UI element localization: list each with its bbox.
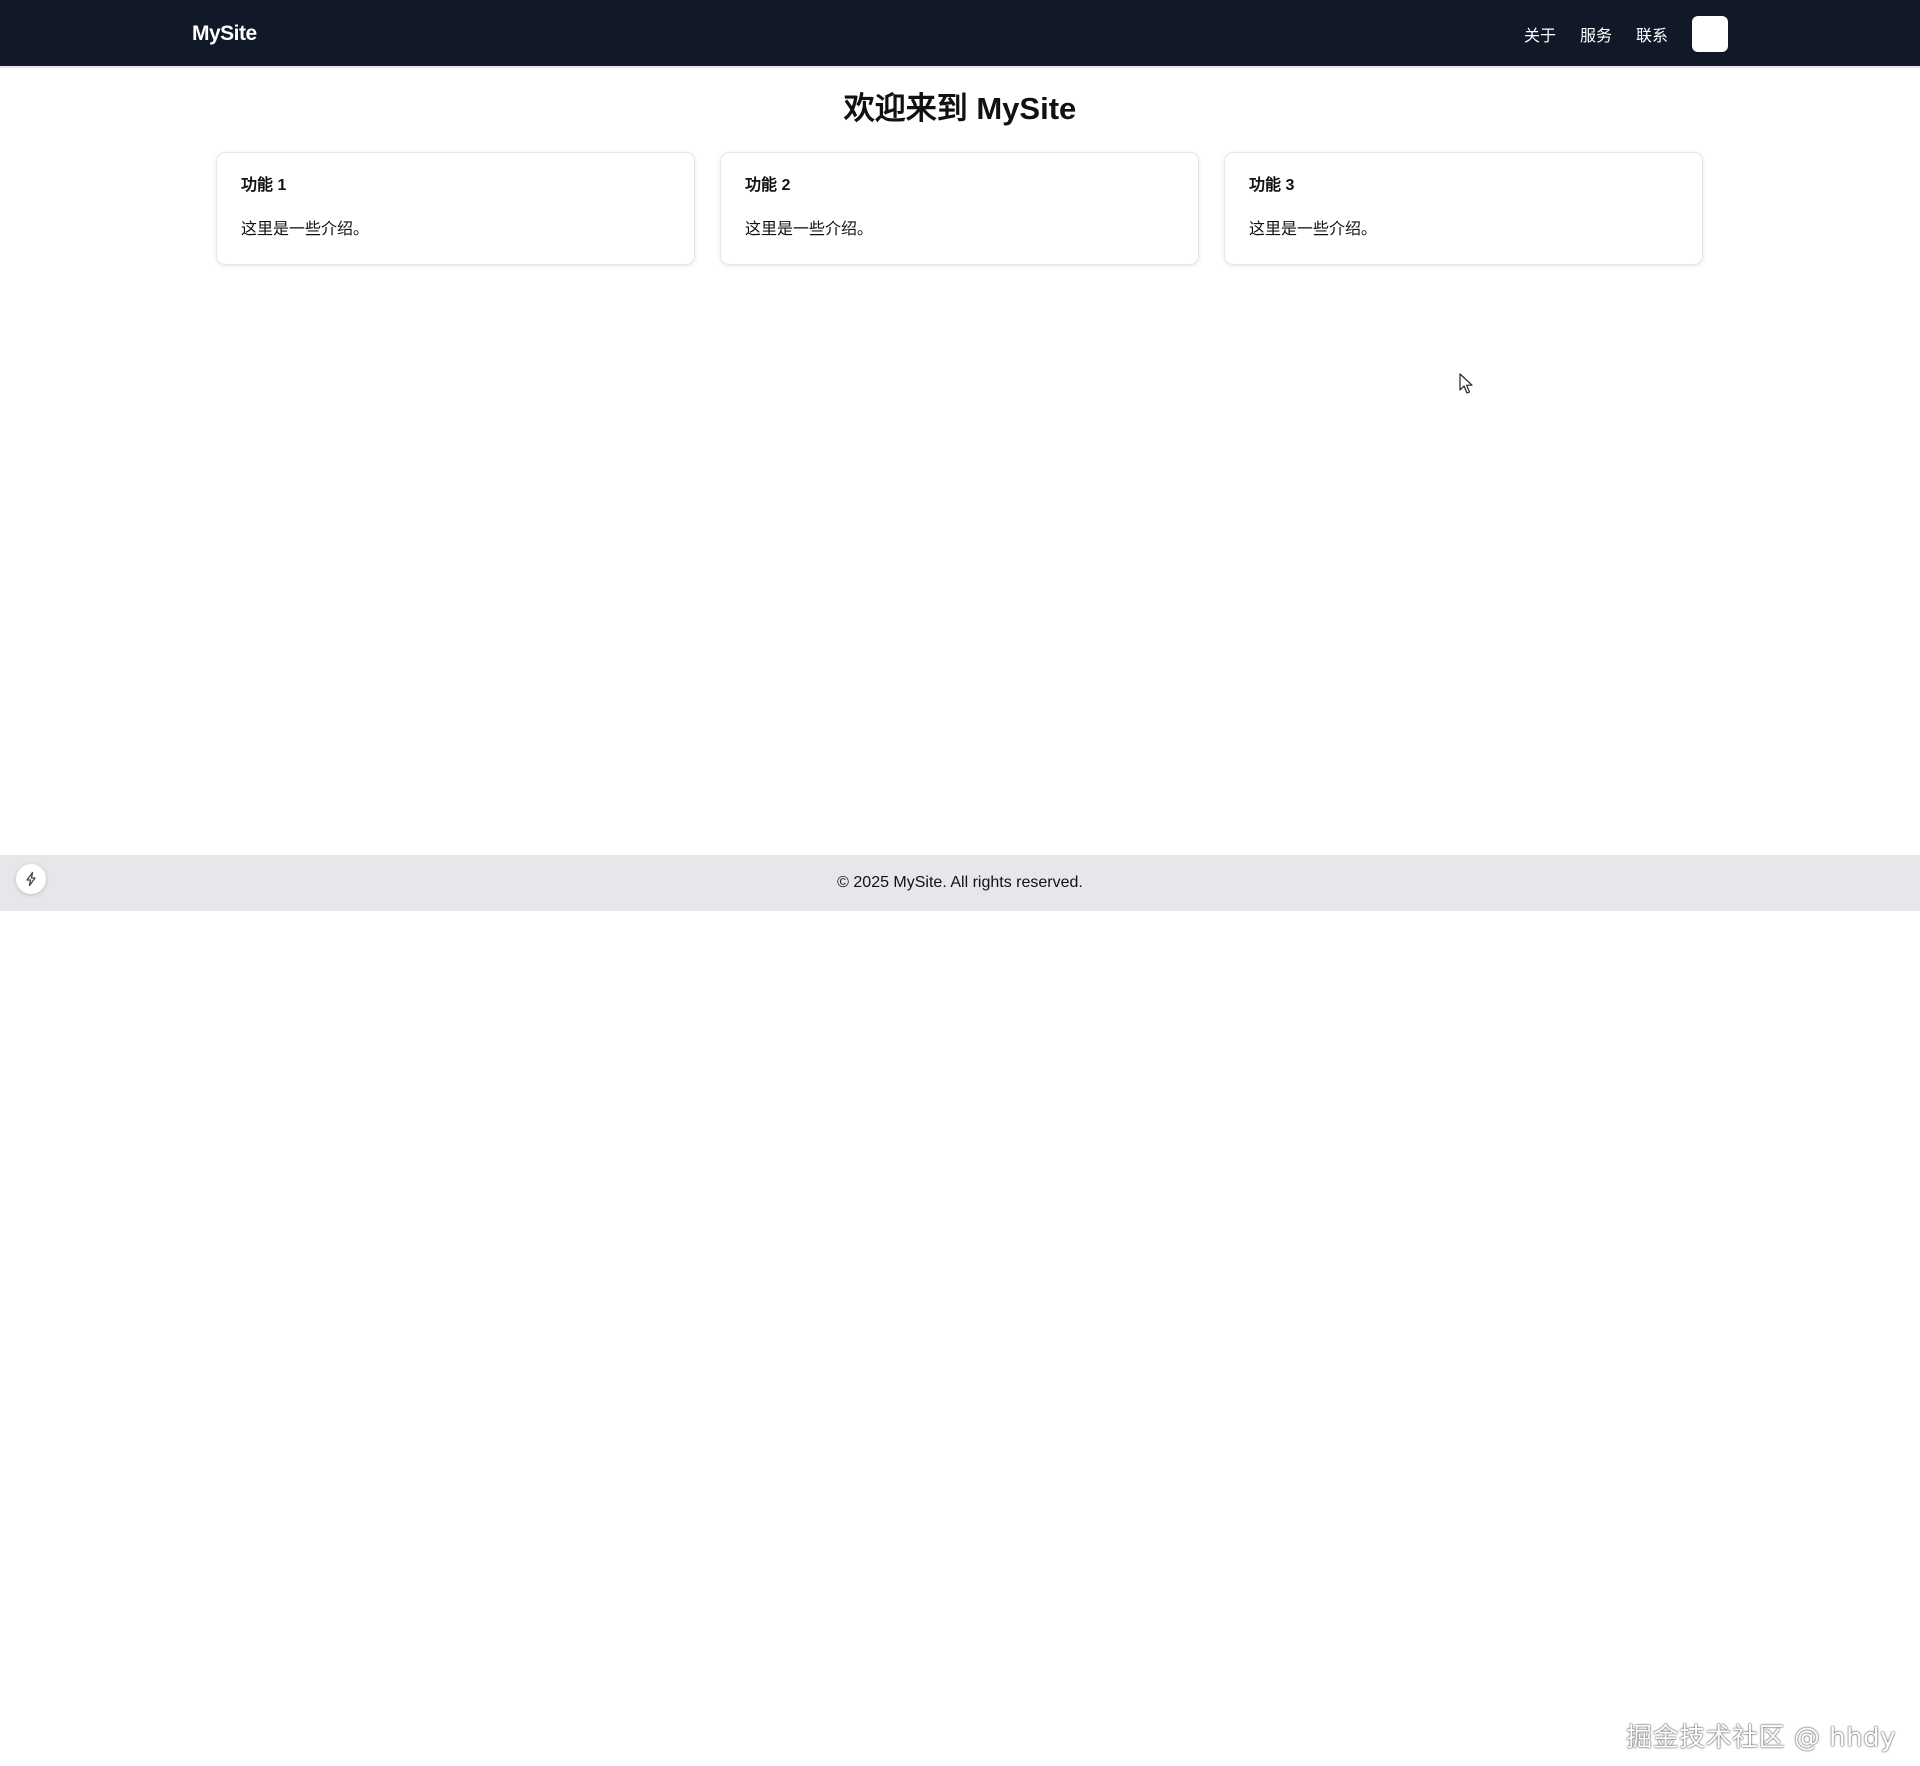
feature-card-title: 功能 3 (1249, 177, 1295, 194)
feature-card-text: 这里是一些介绍。 (1249, 221, 1378, 238)
top-navbar: MySite 关于 服务 联系 (0, 0, 1920, 68)
feature-card-3: 功能 3 这里是一些介绍。 (1224, 152, 1703, 265)
nav-blank-button[interactable] (1692, 16, 1728, 52)
feature-card-title: 功能 1 (241, 177, 287, 194)
bolt-icon (26, 871, 36, 887)
feature-card-2: 功能 2 这里是一些介绍。 (720, 152, 1199, 265)
feature-card-text: 这里是一些介绍。 (241, 221, 370, 238)
mouse-cursor-icon (1459, 373, 1473, 394)
floating-bolt-button[interactable] (16, 864, 46, 894)
feature-card-text: 这里是一些介绍。 (745, 221, 874, 238)
page-footer: © 2025 MySite. All rights reserved. 掘金技术… (0, 855, 1920, 1753)
footer-copyright: © 2025 MySite. All rights reserved. (837, 874, 1083, 891)
nav-link-about[interactable]: 关于 (1524, 22, 1556, 46)
feature-card-title: 功能 2 (745, 177, 791, 194)
brand-logo-link[interactable]: MySite (192, 0, 257, 68)
feature-card-1: 功能 1 这里是一些介绍。 (216, 152, 695, 265)
nav-links: 关于 服务 联系 (1524, 0, 1920, 68)
nav-link-contact[interactable]: 联系 (1636, 22, 1668, 46)
watermark-text: 掘金技术社区 @ hhdy (1626, 1723, 1896, 1753)
page-title: 欢迎来到 MySite (843, 91, 1077, 126)
nav-link-services[interactable]: 服务 (1580, 22, 1612, 46)
feature-cards: 功能 1 这里是一些介绍。 功能 2 这里是一些介绍。 功能 3 这里是一些介绍… (216, 152, 1704, 265)
